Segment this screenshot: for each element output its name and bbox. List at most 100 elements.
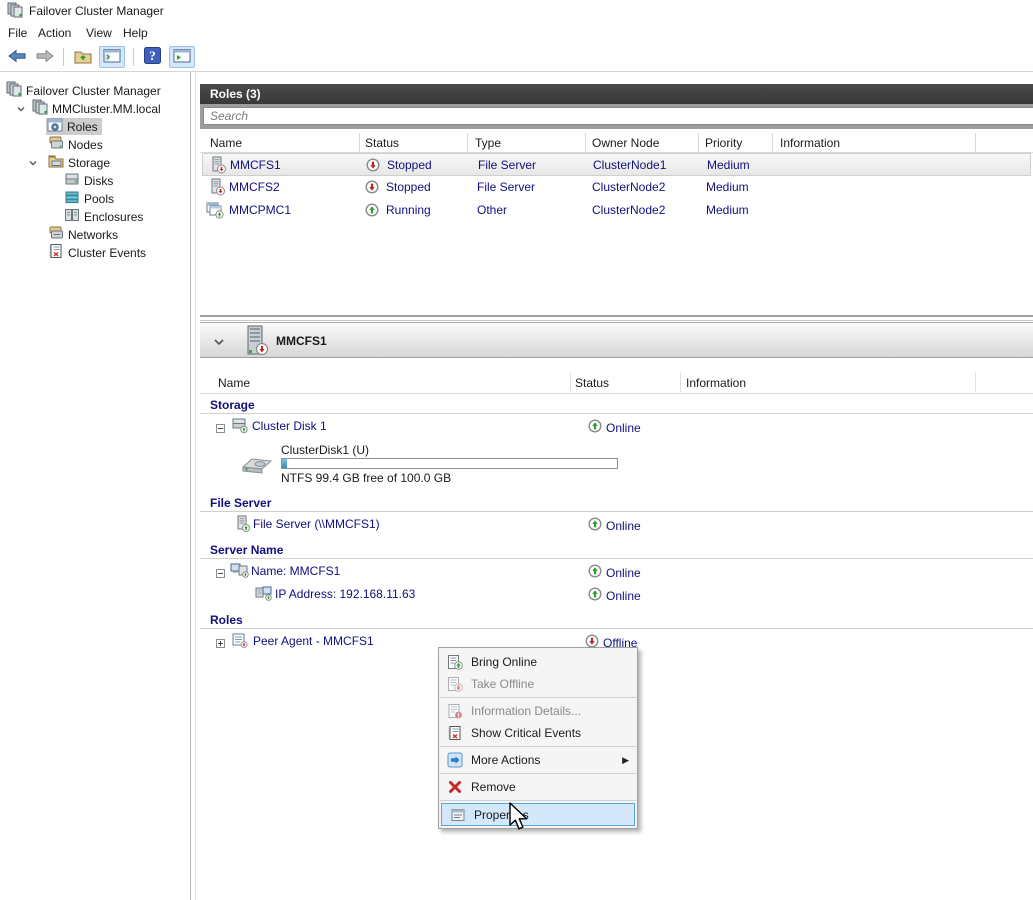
- detail-row-volume[interactable]: ClusterDisk1 (U) NTFS 99.4 GB free of 10…: [200, 440, 1033, 486]
- detail-row-cluster-disk[interactable]: Cluster Disk 1 Online: [200, 415, 1033, 438]
- column-separator[interactable]: [585, 133, 586, 152]
- cluster-disk-icon: [231, 417, 249, 437]
- volume-capacity-bar: [281, 458, 618, 469]
- menu-item-properties[interactable]: Properties: [441, 803, 635, 826]
- column-separator[interactable]: [570, 372, 571, 392]
- status-online-icon: [588, 564, 602, 581]
- tree-item-pools[interactable]: Pools: [64, 190, 114, 207]
- expand-plus-icon[interactable]: [216, 637, 225, 651]
- roles-icon: [47, 117, 63, 136]
- role-owner-node: ClusterNode2: [592, 203, 665, 218]
- tree-item-label: MMCluster.MM.local: [52, 102, 161, 116]
- take-offline-icon: [439, 676, 471, 692]
- column-separator[interactable]: [975, 133, 976, 152]
- menu-item-information-details[interactable]: Information Details...: [439, 700, 637, 722]
- detail-item-name: Cluster Disk 1: [252, 419, 327, 433]
- tree-item-label: Storage: [68, 156, 110, 170]
- tree-item-nodes[interactable]: Nodes: [48, 136, 103, 153]
- menu-item-more-actions[interactable]: More Actions ▶: [439, 749, 637, 771]
- section-divider: [200, 628, 1033, 629]
- menu-item-remove[interactable]: Remove: [439, 776, 637, 798]
- help-button[interactable]: ?: [139, 46, 165, 68]
- tree-item-cluster[interactable]: MMCluster.MM.local: [32, 100, 161, 117]
- table-row[interactable]: MMCFS2 Stopped File Server ClusterNode2 …: [202, 176, 1031, 199]
- tree-item-root[interactable]: Failover Cluster Manager: [6, 82, 161, 99]
- menu-help[interactable]: Help: [119, 25, 152, 42]
- toolbar-separator: [63, 48, 64, 66]
- search-input[interactable]: [203, 107, 1033, 125]
- menu-item-show-critical-events[interactable]: Show Critical Events: [439, 722, 637, 744]
- column-separator[interactable]: [680, 372, 681, 392]
- tree-item-label: Roles: [67, 120, 98, 134]
- column-header-owner-node[interactable]: Owner Node: [592, 135, 659, 152]
- column-header-name[interactable]: Name: [210, 135, 242, 152]
- menu-action[interactable]: Action: [34, 25, 75, 42]
- column-separator[interactable]: [698, 133, 699, 152]
- tree-item-disks[interactable]: Disks: [64, 172, 113, 189]
- tree-item-cluster-events[interactable]: Cluster Events: [48, 244, 146, 261]
- disks-icon: [64, 171, 80, 190]
- table-row[interactable]: MMCFS1 Stopped File Server ClusterNode1 …: [202, 153, 1031, 176]
- detail-column-name[interactable]: Name: [218, 375, 250, 392]
- role-name: MMCFS2: [229, 180, 280, 195]
- collapse-minus-icon[interactable]: [216, 422, 225, 436]
- tree-item-roles[interactable]: Roles: [46, 118, 102, 135]
- menu-separator: [440, 800, 636, 801]
- menu-view[interactable]: View: [82, 25, 116, 42]
- detail-item-name: IP Address: 192.168.11.63: [275, 587, 415, 601]
- selected-tree-item: Roles: [46, 118, 102, 135]
- menu-item-label: Take Offline: [471, 677, 637, 691]
- console-tree-icon: [103, 48, 121, 67]
- menu-file[interactable]: File: [4, 25, 31, 42]
- roles-pane-title: Roles (3): [210, 87, 261, 101]
- tree-item-storage[interactable]: Storage: [48, 154, 110, 171]
- column-header-priority[interactable]: Priority: [705, 135, 742, 152]
- menu-separator: [440, 697, 636, 698]
- detail-item-name: File Server (\\MMCFS1): [253, 517, 380, 531]
- chevron-down-icon[interactable]: [28, 157, 38, 171]
- detail-header-divider: [200, 393, 1033, 394]
- column-separator[interactable]: [975, 372, 976, 392]
- networks-icon: [48, 225, 64, 244]
- menu-item-take-offline[interactable]: Take Offline: [439, 673, 637, 695]
- chevron-down-icon[interactable]: [16, 103, 26, 117]
- up-folder-button[interactable]: [70, 46, 96, 68]
- collapse-minus-icon[interactable]: [216, 567, 225, 581]
- collapse-chevron-icon[interactable]: [213, 336, 225, 350]
- nodes-icon: [48, 135, 64, 154]
- pane-splitter[interactable]: [200, 315, 1033, 317]
- action-pane-toggle-button[interactable]: [169, 46, 195, 68]
- section-divider: [200, 413, 1033, 414]
- app-icon: [7, 2, 23, 21]
- detail-column-information[interactable]: Information: [686, 375, 746, 392]
- back-button[interactable]: [4, 46, 30, 68]
- tree-item-enclosures[interactable]: Enclosures: [64, 208, 143, 225]
- other-role-icon: [206, 201, 224, 222]
- detail-row-ip-address[interactable]: IP Address: 192.168.11.63 Online: [200, 583, 1033, 606]
- toolbar-divider: [0, 71, 1033, 72]
- section-heading-storage: Storage: [210, 398, 255, 412]
- table-row[interactable]: MMCPMC1 Running Other ClusterNode2 Mediu…: [202, 199, 1031, 222]
- role-type: Other: [477, 203, 507, 218]
- column-header-type[interactable]: Type: [475, 135, 501, 152]
- detail-column-status[interactable]: Status: [575, 375, 609, 392]
- file-server-role-icon: [209, 156, 227, 177]
- tree-splitter[interactable]: [190, 72, 191, 900]
- column-header-status[interactable]: Status: [365, 135, 399, 152]
- column-separator[interactable]: [359, 133, 360, 152]
- tree-item-networks[interactable]: Networks: [48, 226, 118, 243]
- peer-agent-icon: [231, 632, 249, 652]
- column-separator[interactable]: [772, 133, 773, 152]
- detail-row-file-server[interactable]: File Server (\\MMCFS1) Online: [200, 513, 1033, 536]
- console-tree-toggle-button[interactable]: [99, 46, 125, 68]
- forward-button[interactable]: [32, 46, 58, 68]
- column-header-information[interactable]: Information: [780, 135, 840, 152]
- detail-row-server-name[interactable]: Name: MMCFS1 Online: [200, 560, 1033, 583]
- submenu-arrow-icon: ▶: [622, 755, 629, 766]
- title-bar: Failover Cluster Manager: [0, 0, 1033, 22]
- status-cell: Online: [588, 517, 641, 534]
- status-text: Online: [606, 421, 641, 435]
- column-separator[interactable]: [467, 133, 468, 152]
- menu-item-bring-online[interactable]: Bring Online: [439, 651, 637, 673]
- enclosures-icon: [64, 207, 80, 226]
